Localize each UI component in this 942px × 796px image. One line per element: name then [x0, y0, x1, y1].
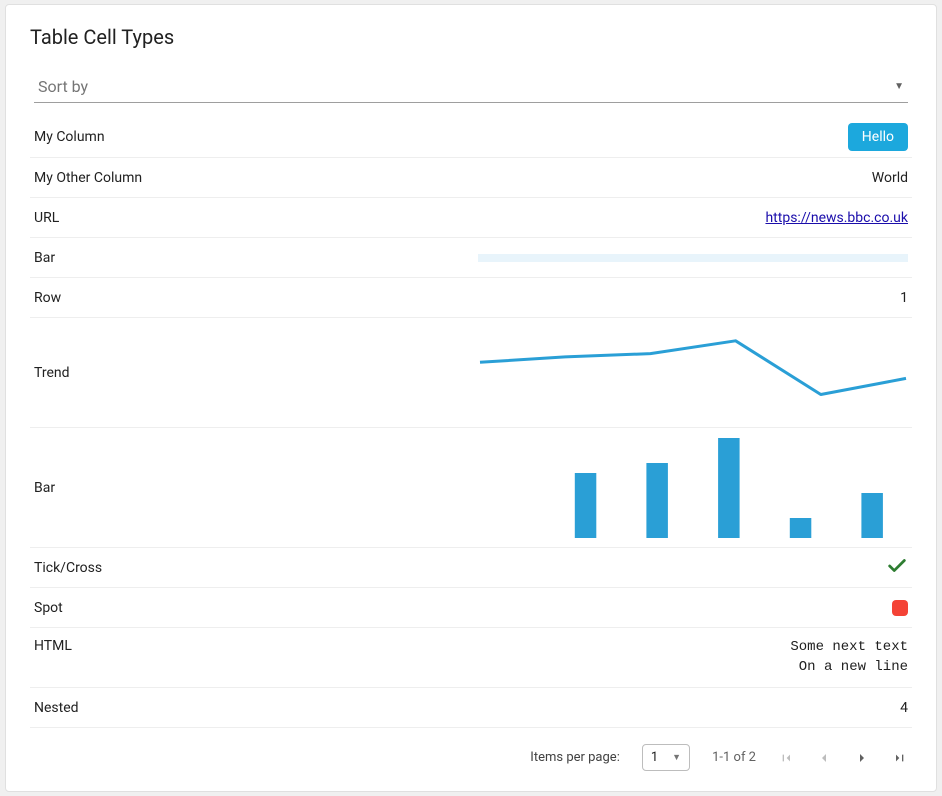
chevron-left-icon: [816, 750, 832, 766]
row-value: [102, 555, 908, 581]
row-url: URL https://news.bbc.co.uk: [30, 198, 912, 238]
row-value: 1: [61, 290, 908, 306]
row-nested: Nested 4: [30, 688, 912, 728]
card: Table Cell Types Sort by ▼ My Column Hel…: [5, 4, 937, 792]
bar-sparkline-icon: [478, 438, 908, 538]
row-label: My Column: [34, 129, 105, 145]
check-icon: [886, 555, 908, 581]
row-label: Spot: [34, 600, 63, 616]
row-label: Row: [34, 290, 61, 306]
row-label: HTML: [34, 638, 72, 654]
row-value: [55, 254, 908, 262]
row-label: Bar: [34, 480, 55, 496]
nav-icons: [778, 750, 908, 766]
sort-dropdown[interactable]: Sort by ▼: [34, 71, 908, 103]
next-page-button[interactable]: [854, 750, 870, 766]
page-title: Table Cell Types: [30, 25, 912, 49]
items-per-page-label: Items per page:: [530, 750, 620, 765]
row-value: World: [142, 170, 908, 186]
progress-track: [478, 254, 908, 262]
row-label: Nested: [34, 700, 79, 716]
row-value: [70, 328, 908, 418]
row-progress-bar: Bar: [30, 238, 912, 278]
spot-indicator-icon: [892, 600, 908, 616]
row-label: URL: [34, 210, 59, 226]
row-bars: Bar: [30, 428, 912, 548]
row-value: https://news.bbc.co.uk: [59, 210, 908, 226]
html-content: Some next text On a new line: [790, 638, 908, 677]
chevron-down-icon: ▼: [672, 752, 681, 763]
row-row: Row 1: [30, 278, 912, 318]
sort-label: Sort by: [38, 77, 88, 96]
row-value: [55, 438, 908, 538]
row-my-column: My Column Hello: [30, 117, 912, 158]
row-label: My Other Column: [34, 170, 142, 186]
last-page-icon: [892, 750, 908, 766]
first-page-icon: [778, 750, 794, 766]
row-spot: Spot: [30, 588, 912, 628]
row-html: HTML Some next text On a new line: [30, 628, 912, 688]
row-my-other-column: My Other Column World: [30, 158, 912, 198]
prev-page-button[interactable]: [816, 750, 832, 766]
badge-hello[interactable]: Hello: [848, 123, 908, 151]
chevron-right-icon: [854, 750, 870, 766]
chevron-down-icon: ▼: [894, 81, 904, 92]
row-value: 4: [79, 700, 908, 716]
paginator: Items per page: 1 ▼ 1-1 of 2: [30, 728, 912, 775]
row-label: Tick/Cross: [34, 560, 102, 576]
row-trend: Trend: [30, 318, 912, 428]
range-label: 1-1 of 2: [712, 750, 756, 765]
page-size-select[interactable]: 1 ▼: [642, 744, 690, 771]
row-label: Trend: [34, 365, 70, 381]
last-page-button[interactable]: [892, 750, 908, 766]
row-label: Bar: [34, 250, 55, 266]
row-value: Some next text On a new line: [72, 638, 908, 677]
url-link[interactable]: https://news.bbc.co.uk: [765, 210, 908, 226]
page-size-value: 1: [651, 750, 658, 765]
row-value: [63, 600, 908, 616]
row-tick-cross: Tick/Cross: [30, 548, 912, 588]
first-page-button[interactable]: [778, 750, 794, 766]
trend-sparkline-icon: [478, 328, 908, 418]
row-value: Hello: [105, 123, 908, 151]
